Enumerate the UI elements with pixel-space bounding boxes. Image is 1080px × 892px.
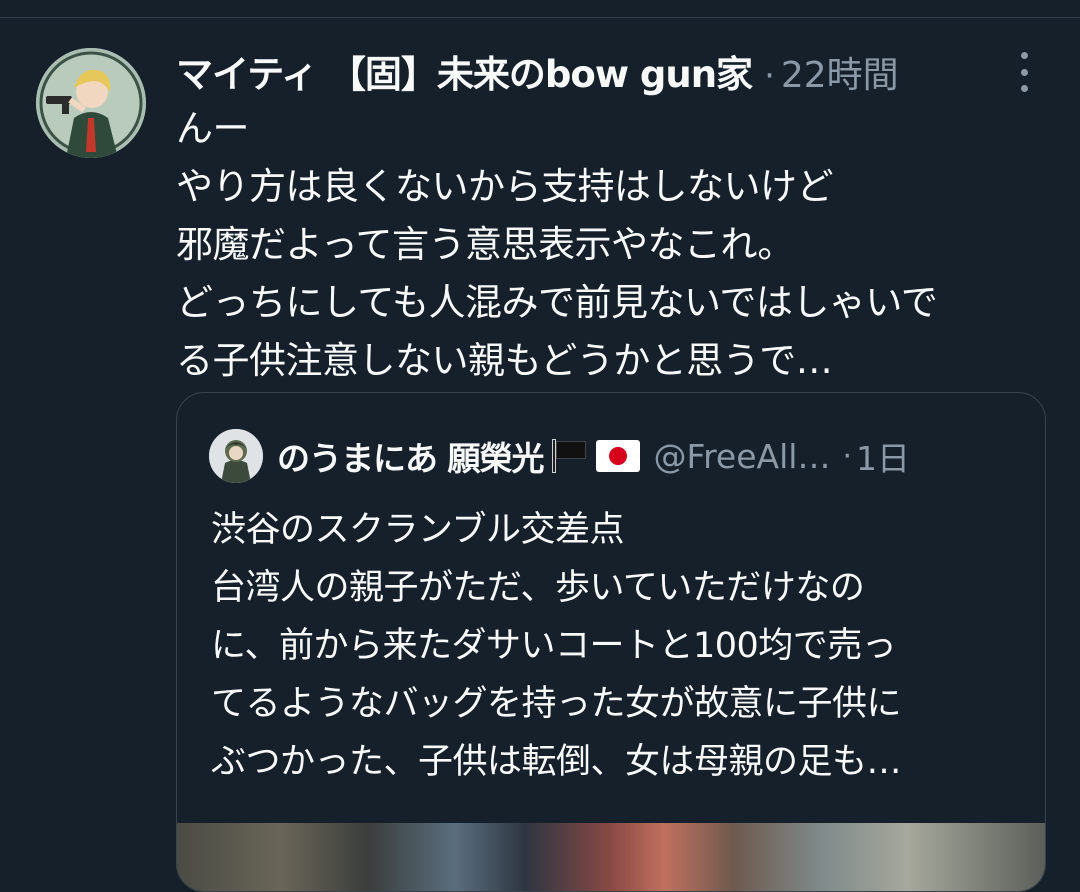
top-divider <box>0 0 1080 18</box>
quoted-text-line: てるようなバッグを持った女が故意に子供に <box>211 684 902 724</box>
author-name[interactable]: マイティ 【固】未来のbow gun家 <box>176 44 753 98</box>
quoted-text-line: 渋谷のスクランブル交差点 <box>211 510 624 550</box>
author-avatar[interactable] <box>36 48 146 158</box>
separator-dot: · <box>764 56 775 96</box>
black-flag-icon <box>548 439 588 473</box>
quoted-avatar-illustration <box>209 429 263 483</box>
quoted-timestamp[interactable]: 1日 <box>856 432 910 480</box>
quoted-tweet-header: のうまにあ 願榮光 @FreeAll… · 1日 <box>209 429 1015 483</box>
quoted-author-avatar[interactable] <box>209 429 263 483</box>
quoted-text-line: ぶつかった、子供は転倒、女は母親の足も… <box>211 742 902 782</box>
tweet-text: んー やり方は良くないから支持はしないけど 邪魔だよって言う意思表示やなこれ。 … <box>176 100 1046 390</box>
quoted-text-line: 台湾人の親子がただ、歩いていただけなの <box>211 568 865 608</box>
separator-dot: · <box>842 438 852 474</box>
quoted-author-handle[interactable]: @FreeAll… <box>654 437 831 476</box>
tweet-text-line: る子供注意しない親もどうかと思うで… <box>176 339 833 382</box>
quoted-text-line: に、前から来たダサいコートと100均で売っ <box>211 626 897 666</box>
tweet-header: マイティ 【固】未来のbow gun家 · 22時間 <box>176 44 990 98</box>
quoted-media-image[interactable] <box>177 823 1045 891</box>
quoted-tweet[interactable]: のうまにあ 願榮光 @FreeAll… · 1日 渋谷のスクランブル交差点 台湾… <box>176 392 1046 892</box>
tweet-text-line: どっちにしても人混みで前見ないではしゃいで <box>176 281 938 324</box>
tweet-text-line: 邪魔だよって言う意思表示やなこれ。 <box>176 223 794 266</box>
quoted-tweet-text: 渋谷のスクランブル交差点 台湾人の親子がただ、歩いていただけなの に、前から来た… <box>211 501 1031 791</box>
quoted-author-name[interactable]: のうまにあ 願榮光 <box>277 432 544 480</box>
timestamp[interactable]: 22時間 <box>781 46 899 98</box>
avatar-illustration <box>36 48 146 158</box>
tweet-text-line: んー <box>176 107 250 150</box>
japan-flag-icon <box>595 440 640 472</box>
tweet[interactable]: マイティ 【固】未来のbow gun家 · 22時間 んー やり方は良くないから… <box>0 18 1080 892</box>
more-vertical-icon[interactable] <box>1012 52 1036 92</box>
tweet-text-line: やり方は良くないから支持はしないけど <box>176 165 834 208</box>
